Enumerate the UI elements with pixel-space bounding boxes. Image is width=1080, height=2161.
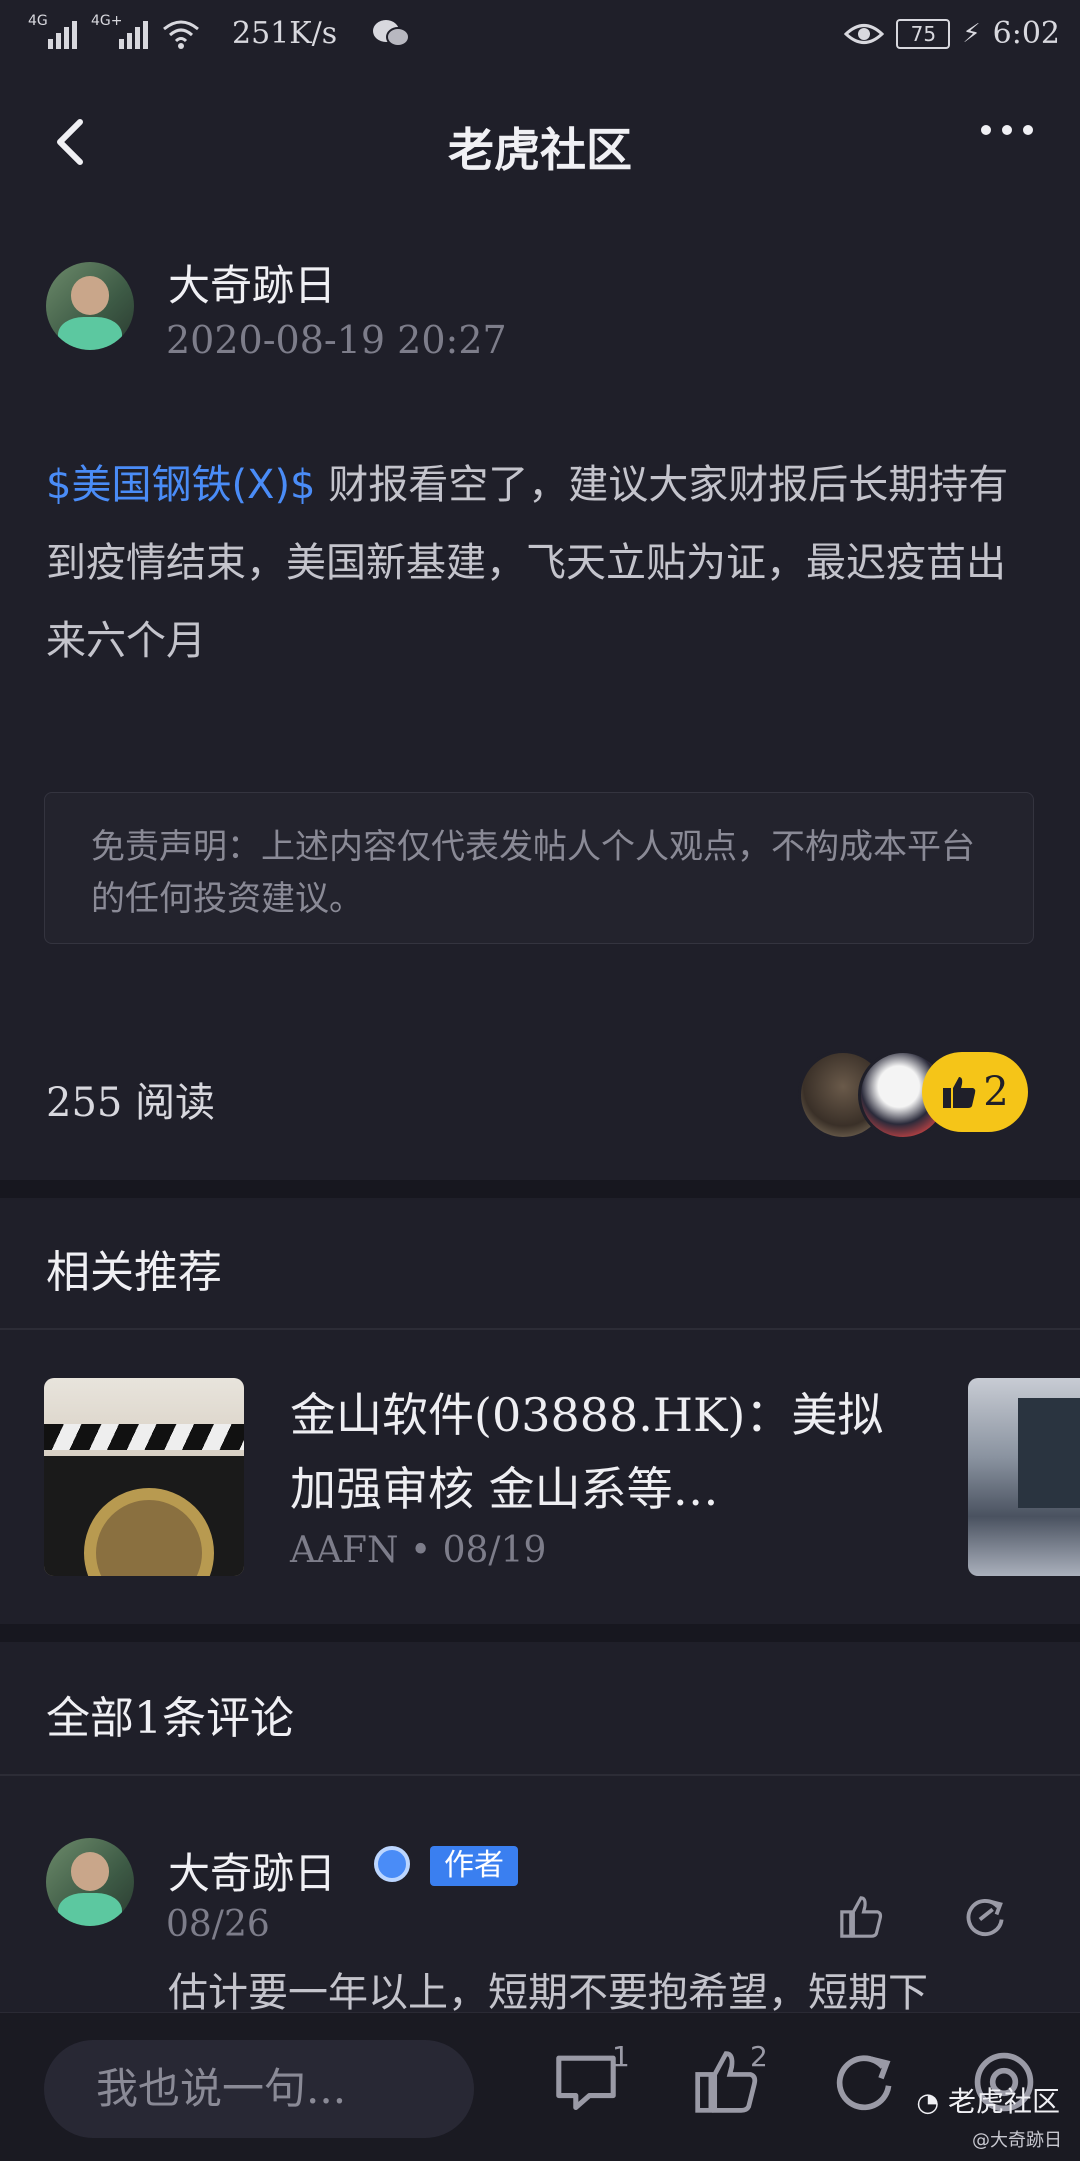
cell-signal-1-icon: 4G — [28, 13, 77, 49]
battery-level: 75 — [910, 21, 937, 46]
share-icon — [966, 1899, 1004, 1937]
status-left: 4G 4G+ 251K/s — [28, 13, 411, 51]
more-menu-button[interactable] — [980, 100, 1034, 173]
tiger-logo-icon: ◔ — [916, 2088, 940, 2118]
post-body: $美国钢铁(X)$ 财报看空了，建议大家财报后长期持有到疫情结束，美国新基建，飞… — [46, 446, 1036, 680]
thumbs-up-icon — [943, 1077, 976, 1108]
thin-divider — [0, 1328, 1080, 1330]
section-divider — [0, 1624, 1080, 1642]
post-timestamp: 2020-08-19 20:27 — [166, 318, 507, 362]
comment-icon — [556, 2055, 616, 2111]
disclaimer-text: 免责声明：上述内容仅代表发帖人个人观点，不构成本平台的任何投资建议。 — [91, 827, 975, 919]
read-count: 255 阅读 — [46, 1080, 216, 1126]
charging-icon: ⚡ — [962, 18, 981, 49]
commenter-avatar[interactable] — [46, 1838, 134, 1926]
recommend-source: AAFN — [290, 1530, 399, 1571]
comment-time: 08/26 — [166, 1904, 270, 1945]
clock: 6:02 — [992, 16, 1060, 51]
recommend-section-title: 相关推荐 — [46, 1247, 222, 1298]
author-avatar[interactable] — [46, 262, 134, 350]
watermark-brand-text: 老虎社区 — [947, 2085, 1060, 2118]
meta-dot: • — [409, 1530, 443, 1571]
page-title: 老虎社区 — [448, 123, 632, 177]
verified-badge-icon — [374, 1846, 410, 1882]
wechat-icon — [373, 19, 411, 47]
eye-icon — [844, 23, 885, 44]
recommend-thumbnail-next[interactable] — [968, 1378, 1080, 1576]
network-speed: 251K/s — [232, 16, 338, 51]
like-button[interactable]: 2 — [922, 1052, 1028, 1132]
bottom-share-button[interactable] — [830, 2048, 898, 2120]
status-bar: 4G 4G+ 251K/s 75 ⚡ 6:02 — [0, 0, 1080, 74]
commenter-name[interactable]: 大奇跡日 — [168, 1840, 336, 1901]
thin-divider — [0, 1774, 1080, 1776]
battery-icon: 75 — [896, 18, 951, 49]
disclaimer-box: 免责声明：上述内容仅代表发帖人个人观点，不构成本平台的任何投资建议。 — [44, 792, 1034, 944]
section-divider — [0, 1180, 1080, 1198]
cell-signal-2-icon: 4G+ — [91, 13, 148, 49]
recommend-meta: AAFN • 08/19 — [290, 1530, 546, 1571]
recommend-title[interactable]: 金山软件(03888.HK)：美拟加强审核 金山系等… — [290, 1378, 900, 1526]
nav-bar: 老虎社区 — [0, 74, 1080, 204]
bottom-like-count: 2 — [750, 2040, 768, 2073]
watermark-brand: ◔ 老虎社区 — [916, 2080, 1060, 2120]
thumbs-up-outline-icon — [840, 1896, 883, 1938]
share-icon — [836, 2055, 892, 2111]
watermark-user: @大奇跡日 — [972, 2130, 1062, 2151]
comment-count: 1 — [612, 2040, 630, 2073]
comment-count-button[interactable] — [552, 2048, 620, 2120]
comment-text: 估计要一年以上，短期不要抱希望，短期下 — [168, 1970, 928, 2016]
stock-ticker-link[interactable]: $美国钢铁(X)$ — [46, 462, 316, 508]
like-count: 2 — [983, 1069, 1009, 1115]
comment-input[interactable]: 我也说一句... — [44, 2040, 474, 2138]
recommend-thumbnail[interactable] — [44, 1378, 244, 1576]
comments-section-title: 全部1条评论 — [46, 1693, 294, 1744]
recommend-date: 08/19 — [442, 1530, 547, 1571]
more-dots-icon — [981, 125, 1033, 135]
wifi-icon — [163, 20, 199, 49]
author-name[interactable]: 大奇跡日 — [168, 252, 336, 313]
comment-like-button[interactable] — [838, 1894, 884, 1944]
status-right: 75 ⚡ 6:02 — [844, 16, 1060, 51]
author-tag: 作者 — [430, 1846, 518, 1886]
comment-share-button[interactable] — [962, 1894, 1008, 1944]
